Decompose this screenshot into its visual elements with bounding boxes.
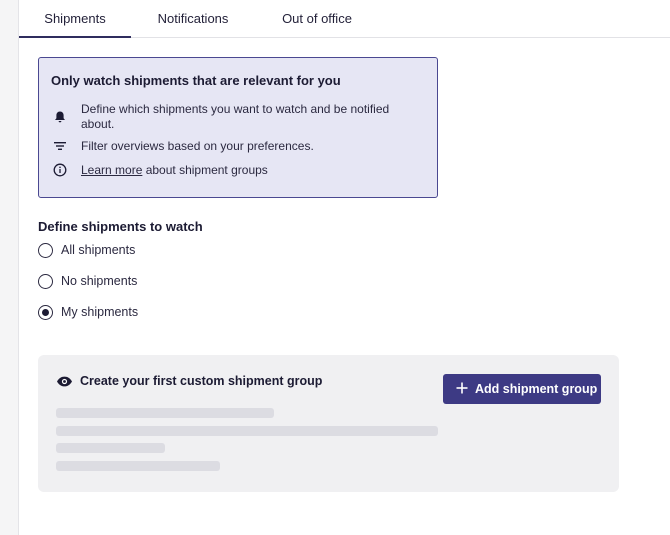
radio-button[interactable] [38,274,53,289]
tab-shipments[interactable]: Shipments [19,0,131,38]
learn-more-link[interactable]: Learn more [81,163,142,177]
info-icon [51,161,69,179]
skeleton-line [56,408,274,418]
bell-icon [51,108,69,126]
radio-button[interactable] [38,243,53,258]
info-item-text: Define which shipments you want to watch… [81,102,390,131]
radio-button[interactable] [38,305,53,320]
info-item-text: Filter overviews based on your preferenc… [81,139,314,153]
info-box-title: Only watch shipments that are relevant f… [51,73,341,88]
filter-icon [51,137,69,155]
tab-notifications[interactable]: Notifications [143,0,243,38]
tab-out-of-office[interactable]: Out of office [267,0,367,38]
plus-icon [455,381,469,395]
tab-bar: Shipments Notifications Out of office [19,0,670,38]
radio-label: My shipments [61,305,139,319]
skeleton-line [56,426,438,436]
info-box: Only watch shipments that are relevant f… [38,57,438,198]
radio-label: All shipments [61,243,136,257]
watch-section-title: Define shipments to watch [38,219,203,234]
skeleton-line [56,461,220,471]
eye-icon [56,373,73,390]
add-shipment-group-button[interactable]: Add shipment group [443,374,601,404]
skeleton-line [56,443,165,453]
info-item-text: about shipment groups [142,163,268,177]
settings-panel: Shipments Notifications Out of office On… [18,0,670,535]
shipment-group-card: Create your first custom shipment group … [38,355,619,492]
add-shipment-group-label: Add shipment group [475,382,598,396]
radio-label: No shipments [61,274,138,288]
